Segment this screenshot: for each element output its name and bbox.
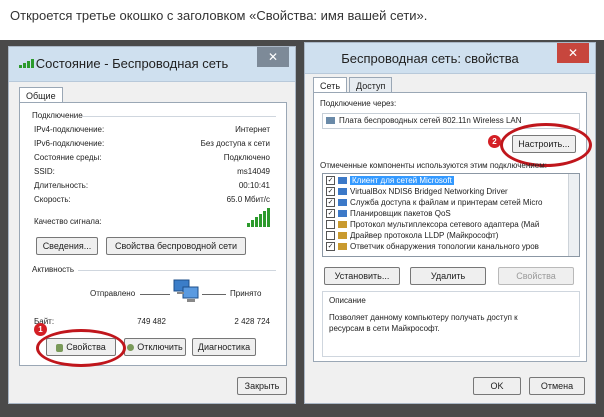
remove-button[interactable]: Удалить — [410, 267, 486, 285]
status-window: Состояние - Беспроводная сеть ✕ Общие По… — [8, 46, 296, 404]
network-tab-panel: Подключение через: Плата беспроводных се… — [313, 92, 592, 362]
wireless-properties-button[interactable]: Свойства беспроводной сети — [106, 237, 246, 255]
network-adapter-icon — [326, 117, 335, 124]
sent-label: Отправлено — [90, 289, 136, 298]
description-group: Описание Позволяет данному компьютеру по… — [322, 291, 580, 357]
bytes-sent: 749 482 — [137, 317, 166, 326]
received-label: Принято — [230, 289, 262, 298]
driver-icon — [338, 188, 347, 196]
status-general-panel: Подключение IPv4-подключение: Интернет I… — [19, 102, 287, 367]
activity-divider — [78, 270, 276, 271]
annotation-ring-1 — [36, 329, 126, 367]
list-item[interactable]: ✓ Планировщик пакетов QoS — [326, 209, 451, 220]
connect-via-label: Подключение через: — [320, 99, 397, 108]
speed-label: Скорость: — [34, 195, 71, 204]
duration-label: Длительность: — [34, 181, 89, 190]
received-line — [202, 294, 226, 295]
protocol-icon — [338, 221, 347, 229]
ipv6-value: Без доступа к сети — [200, 139, 270, 148]
description-header: Описание — [329, 296, 366, 305]
disable-button-label: Отключить — [137, 342, 183, 352]
close-button[interactable]: Закрыть — [237, 377, 287, 395]
properties-window-title: Беспроводная сеть: свойства — [341, 51, 519, 66]
speed-value: 65.0 Мбит/с — [226, 195, 270, 204]
component-properties-button[interactable]: Свойства — [498, 267, 574, 285]
adapter-name: Плата беспроводных сетей 802.11n Wireles… — [339, 116, 522, 125]
service-icon — [338, 199, 347, 207]
ipv6-label: IPv6-подключение: — [34, 139, 105, 148]
components-label: Отмеченные компоненты используются этим … — [320, 161, 547, 170]
close-icon[interactable]: ✕ — [557, 43, 589, 63]
signal-quality-label: Качество сигнала: — [34, 217, 102, 226]
ipv4-label: IPv4-подключение: — [34, 125, 105, 134]
disable-button[interactable]: Отключить — [124, 338, 186, 356]
list-item[interactable]: ✓ Клиент для сетей Microsoft — [326, 176, 454, 187]
connection-divider — [82, 116, 276, 117]
ok-button[interactable]: OK — [473, 377, 521, 395]
bytes-received: 2 428 724 — [234, 317, 270, 326]
network-computers-icon — [172, 279, 200, 305]
list-scrollbar[interactable] — [568, 174, 579, 256]
connection-header: Подключение — [32, 111, 83, 120]
install-button[interactable]: Установить... — [324, 267, 400, 285]
properties-window-titlebar: Беспроводная сеть: свойства ✕ — [305, 43, 595, 74]
screenshot-frame: Состояние - Беспроводная сеть ✕ Общие По… — [0, 40, 604, 417]
ssid-label: SSID: — [34, 167, 55, 176]
diagnose-button[interactable]: Диагностика — [192, 338, 256, 356]
list-item[interactable]: ✓ Служба доступа к файлам и принтерам сет… — [326, 198, 542, 209]
properties-window: Беспроводная сеть: свойства ✕ Сеть Досту… — [304, 42, 596, 404]
protocol-icon — [338, 232, 347, 240]
cancel-button[interactable]: Отмена — [529, 377, 585, 395]
list-item[interactable]: ✓ VirtualBox NDIS6 Bridged Networking Dri… — [326, 187, 508, 198]
status-window-titlebar: Состояние - Беспроводная сеть ✕ — [9, 47, 295, 82]
caption-text: Откроется третье окошко с заголовком «Св… — [10, 8, 428, 23]
signal-bars-icon — [247, 207, 270, 227]
annotation-marker-1: 1 — [34, 323, 47, 336]
protocol-icon — [338, 243, 347, 251]
disable-icon — [127, 344, 135, 352]
description-text: Позволяет данному компьютеру получать до… — [329, 313, 518, 333]
ssid-value: ms14049 — [237, 167, 270, 176]
status-window-title: Состояние - Беспроводная сеть — [35, 56, 229, 71]
details-button[interactable]: Сведения... — [36, 237, 98, 255]
activity-header: Активность — [32, 265, 75, 274]
network-client-icon — [338, 177, 347, 185]
components-list[interactable]: ✓ Клиент для сетей Microsoft ✓ VirtualBox … — [322, 173, 580, 257]
ipv4-value: Интернет — [235, 125, 270, 134]
service-icon — [338, 210, 347, 218]
list-item[interactable]: ✓ Ответчик обнаружения топологии канально… — [326, 242, 539, 253]
list-item[interactable]: Драйвер протокола LLDP (Майкрософт) — [326, 231, 498, 242]
list-item[interactable]: Протокол мультиплексора сетевого адаптер… — [326, 220, 539, 231]
media-state-label: Состояние среды: — [34, 153, 102, 162]
media-state-value: Подключено — [223, 153, 270, 162]
close-icon[interactable]: ✕ — [257, 47, 289, 67]
duration-value: 00:10:41 — [238, 181, 270, 190]
sent-line — [140, 294, 170, 295]
annotation-marker-2: 2 — [488, 135, 501, 148]
